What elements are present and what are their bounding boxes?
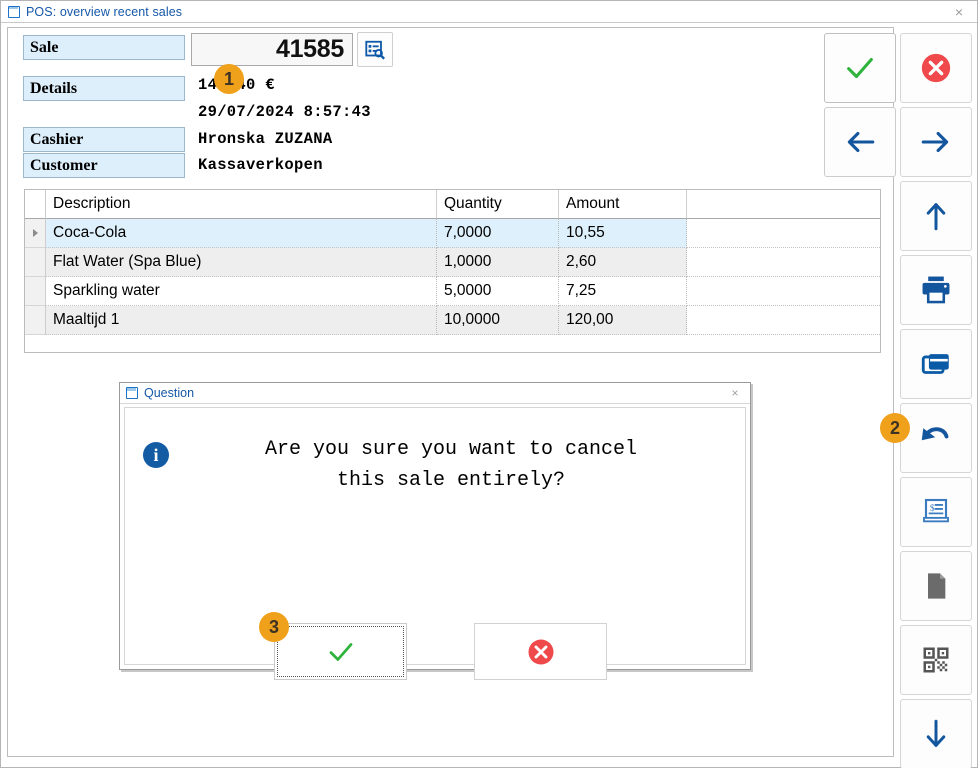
cell-quantity: 5,0000 [437, 277, 559, 306]
cell-quantity: 7,0000 [437, 219, 559, 248]
cell-description: Flat Water (Spa Blue) [46, 248, 437, 277]
cell-amount: 120,00 [559, 306, 687, 335]
step-badge-2: 2 [880, 413, 910, 443]
card-payment-button[interactable] [900, 329, 972, 399]
window-icon [8, 6, 20, 18]
left-action-column [824, 27, 896, 177]
window-icon [126, 387, 138, 399]
window-titlebar: POS: overview recent sales × [1, 1, 977, 23]
sale-label: Sale [23, 35, 185, 60]
dialog-confirm-button[interactable] [274, 623, 407, 680]
svg-text:$: $ [930, 503, 935, 514]
grid-row-indicator [25, 277, 46, 306]
cell-description: Sparkling water [46, 277, 437, 306]
print-button[interactable] [900, 255, 972, 325]
table-row[interactable]: Sparkling water 5,0000 7,25 [25, 277, 880, 306]
undo-arrow-icon [918, 420, 954, 456]
grid-row-indicator [25, 306, 46, 335]
table-row[interactable]: Maaltijd 1 10,0000 120,00 [25, 306, 880, 335]
current-row-arrow-icon [33, 229, 38, 237]
arrow-down-icon [919, 717, 953, 751]
cell-description: Maaltijd 1 [46, 306, 437, 335]
dialog-title: Question [144, 386, 194, 400]
receipt-icon: $ [920, 496, 952, 528]
cell-filler [687, 277, 880, 306]
column-header-amount[interactable]: Amount [559, 190, 687, 219]
cell-quantity: 1,0000 [437, 248, 559, 277]
cancel-button[interactable] [900, 33, 972, 103]
cell-filler [687, 219, 880, 248]
customer-name-value: Kassaverkopen [198, 156, 323, 174]
arrow-left-icon [843, 125, 877, 159]
column-header-quantity[interactable]: Quantity [437, 190, 559, 219]
table-row[interactable]: Coca-Cola 7,0000 10,55 [25, 219, 880, 248]
previous-button[interactable] [824, 107, 896, 177]
grid-gutter-header [25, 190, 46, 219]
column-header-filler [687, 190, 880, 219]
down-button[interactable] [900, 699, 972, 768]
dialog-message: Are you sure you want to cancel this sal… [181, 434, 721, 496]
cell-filler [687, 248, 880, 277]
table-row[interactable]: Flat Water (Spa Blue) 1,0000 2,60 [25, 248, 880, 277]
details-label: Details [23, 76, 185, 101]
cashier-label: Cashier [23, 127, 185, 152]
window-title: POS: overview recent sales [26, 5, 182, 19]
step-badge-3: 3 [259, 612, 289, 642]
window-close-button[interactable]: × [945, 2, 973, 22]
grid-header-row: Description Quantity Amount [25, 190, 880, 219]
grid-row-indicator [25, 248, 46, 277]
cards-icon [919, 347, 953, 381]
cell-amount: 10,55 [559, 219, 687, 248]
question-dialog: Question × i Are you sure you want to ca… [119, 382, 751, 670]
right-toolbar: $ [900, 27, 972, 757]
grid-row-indicator [25, 219, 46, 248]
document-button[interactable] [900, 551, 972, 621]
check-icon [326, 637, 356, 667]
qr-code-icon [921, 645, 951, 675]
confirm-button[interactable] [824, 33, 896, 103]
customer-label: Customer [23, 153, 185, 178]
document-icon [920, 570, 952, 602]
qrcode-button[interactable] [900, 625, 972, 695]
cell-filler [687, 306, 880, 335]
printer-icon [919, 273, 953, 307]
cashier-name-value: Hronska ZUZANA [198, 130, 332, 148]
info-icon: i [143, 442, 169, 468]
cell-amount: 2,60 [559, 248, 687, 277]
dialog-close-button[interactable]: × [726, 385, 744, 401]
dialog-cancel-button[interactable] [474, 623, 607, 680]
cell-quantity: 10,0000 [437, 306, 559, 335]
next-button[interactable] [900, 107, 972, 177]
sale-lines-grid[interactable]: Description Quantity Amount Coca-Cola 7,… [24, 189, 881, 353]
close-circle-icon [919, 51, 953, 85]
undo-button[interactable] [900, 403, 972, 473]
check-icon [843, 51, 877, 85]
cell-amount: 7,25 [559, 277, 687, 306]
dialog-titlebar: Question × [120, 383, 750, 404]
sale-search-button[interactable] [357, 32, 393, 67]
close-circle-icon [526, 637, 556, 667]
sale-number-field[interactable]: 41585 [191, 33, 353, 66]
receipt-button[interactable]: $ [900, 477, 972, 547]
sale-number-value: 41585 [276, 35, 344, 64]
arrow-right-icon [919, 125, 953, 159]
dialog-body: i Are you sure you want to cancel this s… [124, 407, 746, 665]
up-button[interactable] [900, 181, 972, 251]
cell-description: Coca-Cola [46, 219, 437, 248]
search-list-icon [364, 39, 386, 61]
step-badge-1: 1 [214, 64, 244, 94]
arrow-up-icon [919, 199, 953, 233]
pos-window: POS: overview recent sales × Sale Detail… [0, 0, 978, 768]
column-header-description[interactable]: Description [46, 190, 437, 219]
sale-datetime-value: 29/07/2024 8:57:43 [198, 103, 371, 121]
